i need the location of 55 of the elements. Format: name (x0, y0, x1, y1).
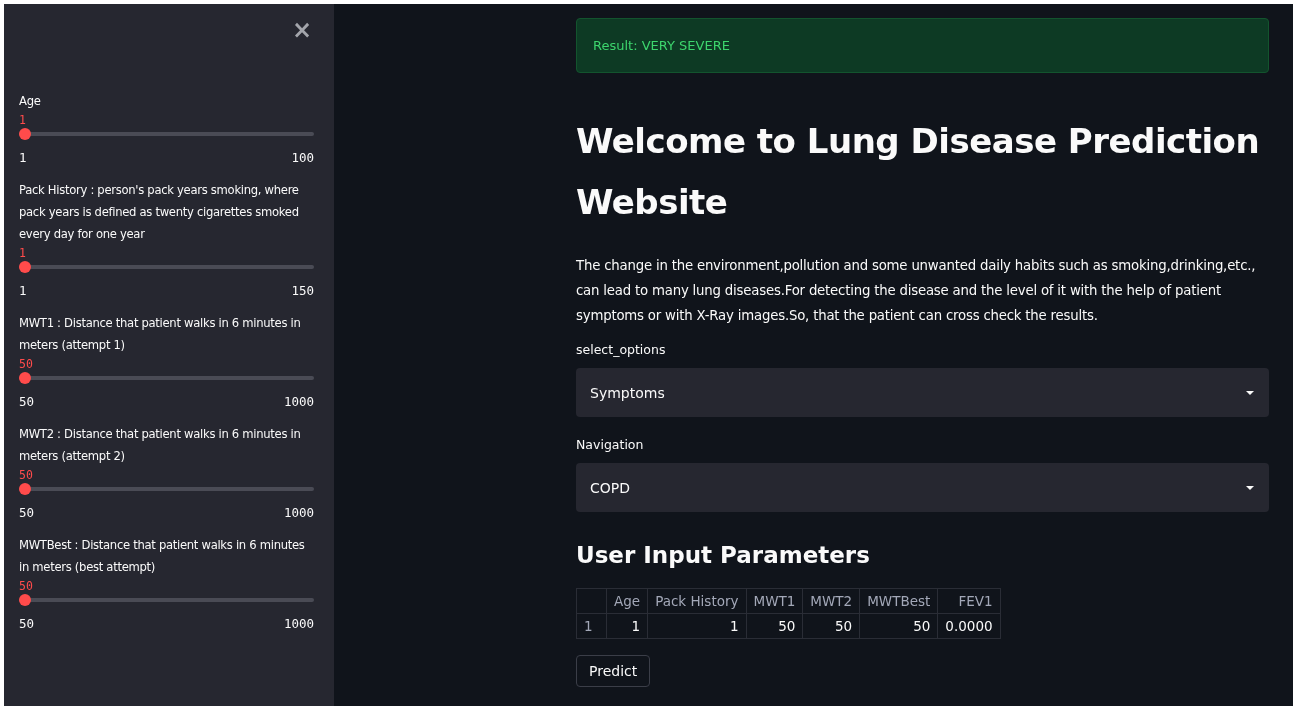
slider[interactable] (19, 128, 314, 140)
slider-min: 1 (19, 283, 27, 298)
slider-value: 50 (19, 469, 34, 481)
slider-thumb[interactable] (19, 128, 31, 140)
caret-down-icon (1245, 389, 1255, 396)
slider-thumb[interactable] (19, 483, 31, 495)
slider-label: Age (19, 93, 42, 110)
table-cell: 50 (802, 613, 860, 639)
column-header: FEV1 (937, 588, 1001, 614)
select-dropdown[interactable]: Symptoms (576, 368, 1269, 417)
slider-min: 50 (19, 394, 35, 409)
slider-max: 1000 (283, 394, 314, 409)
slider-max: 1000 (283, 505, 314, 520)
slider[interactable] (19, 483, 314, 495)
column-header: MWT2 (802, 588, 860, 614)
slider-min: 1 (19, 150, 27, 165)
column-header: Pack History (647, 588, 746, 614)
table-cell: 1 (606, 613, 648, 639)
table-cell: 0.0000 (937, 613, 1001, 639)
table-cell: 50 (859, 613, 938, 639)
slider-max: 100 (291, 150, 314, 165)
slider-value: 1 (19, 114, 27, 126)
slider-min: 50 (19, 505, 35, 520)
slider-min: 50 (19, 616, 35, 631)
slider-thumb[interactable] (19, 372, 31, 384)
slider-max: 1000 (283, 616, 314, 631)
slider-value: 1 (19, 247, 27, 259)
slider[interactable] (19, 594, 314, 606)
slider-label: MWT2 : Distance that patient walks in 6 minutes in meters (attempt 2) (19, 426, 302, 465)
slider-value: 50 (19, 580, 34, 592)
slider-label: Pack History : person's pack years smoking, where pack years is defined as twenty cigarettes smoked every day for one year (19, 182, 300, 243)
slider-label: MWT1 : Distance that patient walks in 6 minutes in meters (attempt 1) (19, 315, 302, 354)
slider-thumb[interactable] (19, 261, 31, 273)
intro-text: The change in the environment,pollution and some unwanted daily habits such as smoking,drinking,etc., can lead to many lung diseases.For detecting the disease and the level of it with the help of patient symptoms or with X-Ray images.So, that the patient can cross check the results. (576, 257, 1257, 325)
section-heading: User Input Parameters (576, 542, 871, 568)
slider-value: 50 (19, 358, 34, 370)
result-alert: Result: VERY SEVERE (576, 18, 1269, 73)
page-title: Welcome to Lung Disease Prediction Website (576, 120, 1261, 224)
slider-max: 150 (291, 283, 314, 298)
column-header: MWT1 (746, 588, 803, 614)
select-label: Navigation (576, 437, 645, 452)
close-button[interactable]: × (291, 18, 312, 40)
slider-thumb[interactable] (19, 594, 31, 606)
column-header: MWTBest (859, 588, 938, 614)
slider[interactable] (19, 372, 314, 384)
select-label: select_options (576, 342, 667, 357)
column-header: Age (606, 588, 648, 614)
predict-button[interactable]: Predict (576, 655, 651, 687)
slider-label: MWTBest : Distance that patient walks in 6 minutes in meters (best attempt) (19, 537, 306, 576)
table-cell: 1 (647, 613, 746, 639)
slider[interactable] (19, 261, 314, 273)
select-dropdown[interactable]: COPD (576, 463, 1269, 512)
table-cell: 1 (576, 613, 607, 639)
caret-down-icon (1245, 484, 1255, 491)
table-cell: 50 (746, 613, 803, 639)
